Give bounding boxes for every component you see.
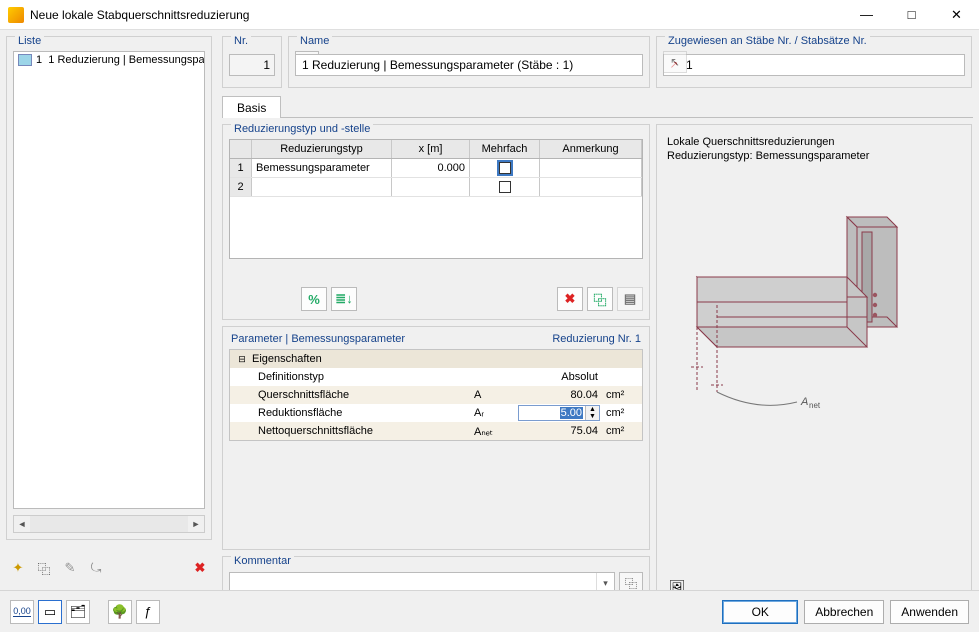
tool-c-button[interactable]: 🌳 [108, 600, 132, 624]
grid-delete-button[interactable]: ✖ [557, 287, 583, 311]
param-row[interactable]: Querschnittsfläche A 80.04 cm² [230, 386, 642, 404]
group-redtyp: Reduzierungstyp und -stelle Reduzierungs… [222, 124, 650, 320]
list-hscroll[interactable]: ◄ ► [13, 515, 205, 533]
group-nr: Nr. 1 [222, 36, 282, 88]
liste-label: Liste [15, 35, 44, 47]
param-label: Parameter | Bemessungsparameter [231, 333, 405, 345]
list-color-icon [18, 54, 32, 66]
cell-an[interactable] [540, 159, 642, 177]
new-item-button[interactable]: ✦ [6, 556, 30, 580]
grid-toolbar: % ≣↓ ✖ ⿻ ▤ [229, 285, 643, 313]
sort-button[interactable]: ≣↓ [331, 287, 357, 311]
group-name: Name ✎ [288, 36, 650, 88]
maximize-button[interactable]: □ [889, 0, 934, 29]
grid-copy-button[interactable]: ⿻ [587, 287, 613, 311]
col-x[interactable]: x [m] [392, 140, 470, 158]
tool-b-button[interactable]: ⤿ [84, 556, 108, 580]
param-row[interactable]: Reduktionsfläche Aᵣ 5.00 ▲▼ cm² [230, 404, 642, 422]
scroll-track[interactable] [30, 516, 188, 532]
liste-box[interactable]: 1 1 Reduzierung | Bemessungspa [13, 51, 205, 509]
spin-down-icon[interactable]: ▼ [586, 413, 599, 420]
name-field[interactable] [295, 54, 643, 76]
list-item-label: Reduzierung | Bemessungspa [57, 54, 204, 66]
list-item-id: 1 [36, 54, 42, 66]
preview-line1: Lokale Querschnittsreduzierungen [667, 135, 961, 149]
scroll-right-icon[interactable]: ► [188, 516, 204, 532]
units-button[interactable]: 0,00 [10, 600, 34, 624]
grid-row[interactable]: 2 [230, 178, 642, 197]
dialog-footer: 0,00 ▭ 🗂 🌳 ƒ OK Abbrechen Anwenden [0, 590, 979, 632]
col-typ[interactable]: Reduzierungstyp [252, 140, 392, 158]
col-mf[interactable]: Mehrfach [470, 140, 540, 158]
view-b-button[interactable]: 🗂 [66, 600, 90, 624]
list-item-num: 1 [48, 54, 54, 66]
percent-button[interactable]: % [301, 287, 327, 311]
nr-label: Nr. [231, 35, 251, 47]
kommentar-input[interactable] [230, 576, 596, 590]
nr-value: 1 [263, 58, 270, 72]
title-bar: Neue lokale Stabquerschnittsreduzierung … [0, 0, 979, 30]
preview-line2: Reduzierungstyp: Bemessungsparameter [667, 149, 961, 163]
name-input[interactable] [300, 57, 638, 73]
col-an[interactable]: Anmerkung [540, 140, 642, 158]
cell-x[interactable]: 0.000 [392, 159, 470, 177]
svg-text:net: net [809, 401, 821, 410]
assigned-input[interactable] [684, 57, 960, 73]
minimize-button[interactable]: — [844, 0, 889, 29]
rednr-label: Reduzierung Nr. 1 [552, 333, 641, 345]
name-label: Name [297, 35, 332, 47]
cancel-button[interactable]: Abbrechen [804, 600, 884, 624]
app-icon [8, 7, 24, 23]
cell-mf[interactable] [470, 159, 540, 177]
tool-a-button[interactable]: ✎ [58, 556, 82, 580]
assigned-field[interactable]: ↗ [663, 54, 965, 76]
cell-typ[interactable]: Bemessungsparameter [252, 159, 392, 177]
delete-item-button[interactable]: ✖ [188, 556, 212, 580]
redtyp-label: Reduzierungstyp und -stelle [231, 123, 373, 135]
param-row[interactable]: Nettoquerschnittsfläche Aₙₑₜ 75.04 cm² [230, 422, 642, 440]
close-button[interactable]: ✕ [934, 0, 979, 29]
liste-toolbar: ✦ ⿻ ✎ ⤿ ✖ [6, 554, 212, 582]
grid-more-button[interactable]: ▤ [617, 287, 643, 311]
group-param: Parameter | Bemessungsparameter Reduzier… [222, 326, 650, 550]
group-assigned: Zugewiesen an Stäbe Nr. / Stabsätze Nr. … [656, 36, 972, 88]
nr-field: 1 [229, 54, 275, 76]
scroll-left-icon[interactable]: ◄ [14, 516, 30, 532]
tool-d-button[interactable]: ƒ [136, 600, 160, 624]
checkbox-icon[interactable] [499, 181, 511, 193]
work-area: Liste 1 1 Reduzierung | Bemessungspa ◄ ►… [0, 30, 979, 590]
collapse-icon[interactable]: ⊟ [236, 354, 248, 365]
apply-button[interactable]: Anwenden [890, 600, 969, 624]
param-tree[interactable]: ⊟ Eigenschaften Definitionstyp Absolut Q… [229, 349, 643, 441]
spinner[interactable]: ▲▼ [585, 406, 599, 420]
svg-text:A: A [800, 396, 808, 408]
spin-up-icon[interactable]: ▲ [586, 406, 599, 413]
preview-3d-icon: A net [657, 187, 973, 487]
tab-strip: Basis [222, 94, 973, 118]
tab-basis[interactable]: Basis [222, 96, 281, 118]
assigned-pick-button[interactable]: ↖ [663, 51, 687, 73]
param-edit-value[interactable]: 5.00 [560, 407, 583, 419]
list-item[interactable]: 1 1 Reduzierung | Bemessungspa [14, 52, 204, 68]
param-category[interactable]: ⊟ Eigenschaften [230, 350, 642, 368]
param-row[interactable]: Definitionstyp Absolut [230, 368, 642, 386]
grid-row[interactable]: 1 Bemessungsparameter 0.000 [230, 159, 642, 178]
assigned-label: Zugewiesen an Stäbe Nr. / Stabsätze Nr. [665, 35, 870, 47]
window-title: Neue lokale Stabquerschnittsreduzierung [30, 8, 844, 22]
group-liste: Liste 1 1 Reduzierung | Bemessungspa ◄ ► [6, 36, 212, 540]
redtyp-grid[interactable]: Reduzierungstyp x [m] Mehrfach Anmerkung… [229, 139, 643, 259]
view-a-button[interactable]: ▭ [38, 600, 62, 624]
ok-button[interactable]: OK [722, 600, 798, 624]
checkbox-icon[interactable] [499, 162, 511, 174]
copy-item-button[interactable]: ⿻ [32, 556, 56, 580]
kommentar-label: Kommentar [231, 555, 294, 567]
preview-panel: Lokale Querschnittsreduzierungen Reduzie… [656, 124, 972, 608]
param-edit-field[interactable]: 5.00 ▲▼ [518, 405, 600, 421]
